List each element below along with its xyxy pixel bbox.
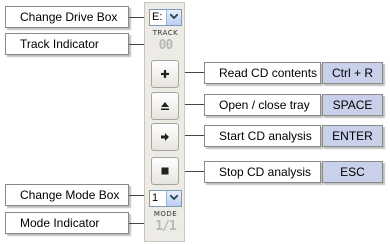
callout-open-close-tray: Open / close tray (204, 94, 321, 116)
callout-mode-indicator: Mode Indicator (5, 212, 129, 234)
control-panel: E: TRACK 00 1 MODE 1/1 (144, 2, 185, 242)
shortcut-open-close: SPACE (322, 94, 383, 116)
callout-change-mode-box: Change Mode Box (5, 184, 129, 206)
callout-track-indicator: Track Indicator (5, 33, 129, 55)
mode-select-value: 1 (152, 192, 159, 204)
mode-select[interactable]: 1 (149, 190, 182, 207)
stop-analysis-button[interactable] (151, 157, 179, 185)
callout-start-analysis: Start CD analysis (204, 125, 321, 147)
read-cd-button[interactable] (151, 60, 179, 88)
shortcut-stop-analysis: ESC (322, 161, 383, 183)
callout-read-cd: Read CD contents (204, 62, 321, 84)
chevron-down-icon (166, 10, 181, 25)
start-analysis-button[interactable] (151, 123, 179, 151)
track-caption: TRACK (152, 29, 179, 37)
mode-indicator: 1/1 (155, 219, 176, 234)
drive-select-value: E: (152, 11, 163, 23)
track-indicator: 00 (158, 38, 174, 53)
shortcut-start-analysis: ENTER (322, 125, 383, 147)
callout-stop-analysis: Stop CD analysis (204, 161, 321, 183)
mode-caption: MODE (153, 210, 178, 218)
open-close-tray-button[interactable] (151, 92, 179, 120)
drive-select[interactable]: E: (149, 9, 182, 26)
chevron-down-icon (166, 191, 181, 206)
callout-change-drive-box: Change Drive Box (5, 6, 129, 28)
shortcut-read-cd: Ctrl + R (322, 62, 383, 84)
